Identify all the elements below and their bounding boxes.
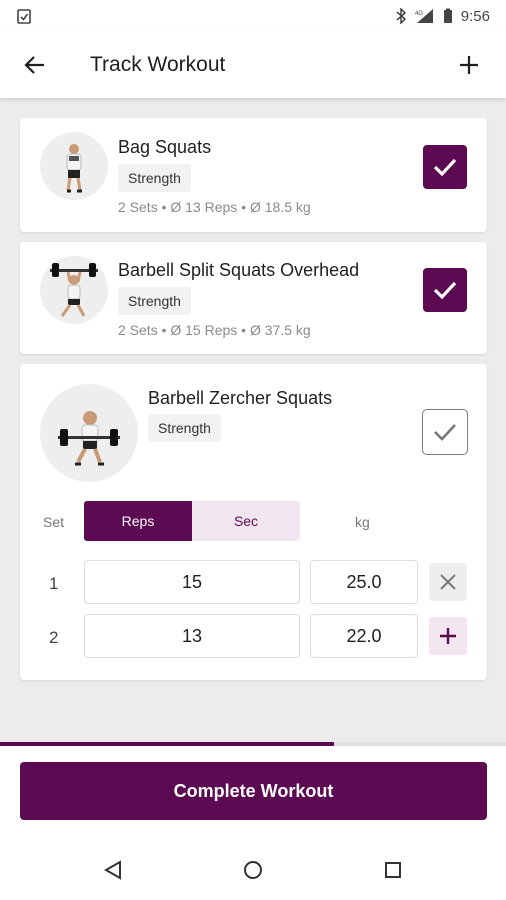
add-set-button[interactable] [429,617,467,655]
category-tag: Strength [118,287,191,315]
status-bar: 4G 9:56 [0,0,506,32]
complete-checkbox[interactable] [423,268,467,312]
complete-workout-button[interactable]: Complete Workout [20,762,487,820]
kg-column-label: kg [355,514,370,530]
status-time: 9:56 [460,7,490,25]
set-number: 1 [49,574,59,593]
reps-option[interactable]: Reps [84,501,192,541]
complete-checkbox[interactable] [422,409,468,455]
home-circle-icon[interactable] [241,858,265,882]
check-icon [433,281,457,300]
signal-4g-icon: 4G [415,9,433,23]
svg-text:4G: 4G [415,11,423,17]
battery-icon [443,8,452,23]
arrow-left-icon[interactable] [22,52,48,78]
set-column-label: Set [43,514,65,530]
clipboard-check-icon [17,9,31,24]
recents-square-icon[interactable] [381,858,405,882]
bluetooth-icon [396,8,406,24]
exercise-thumbnail [40,384,138,482]
exercise-stats: 2 Sets • Ø 15 Reps • Ø 37.5 kg [118,322,311,338]
weight-input[interactable]: 22.0 [310,614,418,658]
bottom-action-area: Complete Workout [0,746,506,840]
exercise-card[interactable]: Barbell Split Squats Overhead Strength 2… [20,242,487,354]
exercise-thumbnail [40,132,108,200]
reps-input[interactable]: 13 [84,614,300,658]
page-title: Track Workout [90,53,226,76]
exercise-name: Bag Squats [118,137,212,157]
category-tag: Strength [148,414,221,442]
exercise-card-expanded[interactable]: Barbell Zercher Squats Strength Set Reps… [20,364,487,680]
exercise-card[interactable]: Bag Squats Strength 2 Sets • Ø 13 Reps •… [20,118,487,232]
complete-checkbox[interactable] [423,145,467,189]
close-icon [440,574,456,590]
reps-input[interactable]: 15 [84,560,300,604]
plus-icon[interactable] [456,52,482,78]
check-icon [434,424,456,441]
plus-icon [440,628,456,644]
exercise-thumbnail [40,256,108,324]
system-nav-bar [0,840,506,900]
set-number: 2 [49,628,59,647]
exercise-name: Barbell Split Squats Overhead [118,260,360,280]
app-bar: Track Workout [0,32,506,98]
remove-set-button[interactable] [429,563,467,601]
sec-option[interactable]: Sec [192,501,300,541]
exercise-list: Bag Squats Strength 2 Sets • Ø 13 Reps •… [0,98,506,746]
check-icon [433,158,457,177]
exercise-name: Barbell Zercher Squats [148,388,333,408]
reps-sec-toggle: Reps Sec [84,501,300,541]
category-tag: Strength [118,164,191,192]
weight-input[interactable]: 25.0 [310,560,418,604]
back-triangle-icon[interactable] [101,858,125,882]
exercise-stats: 2 Sets • Ø 13 Reps • Ø 18.5 kg [118,199,311,215]
